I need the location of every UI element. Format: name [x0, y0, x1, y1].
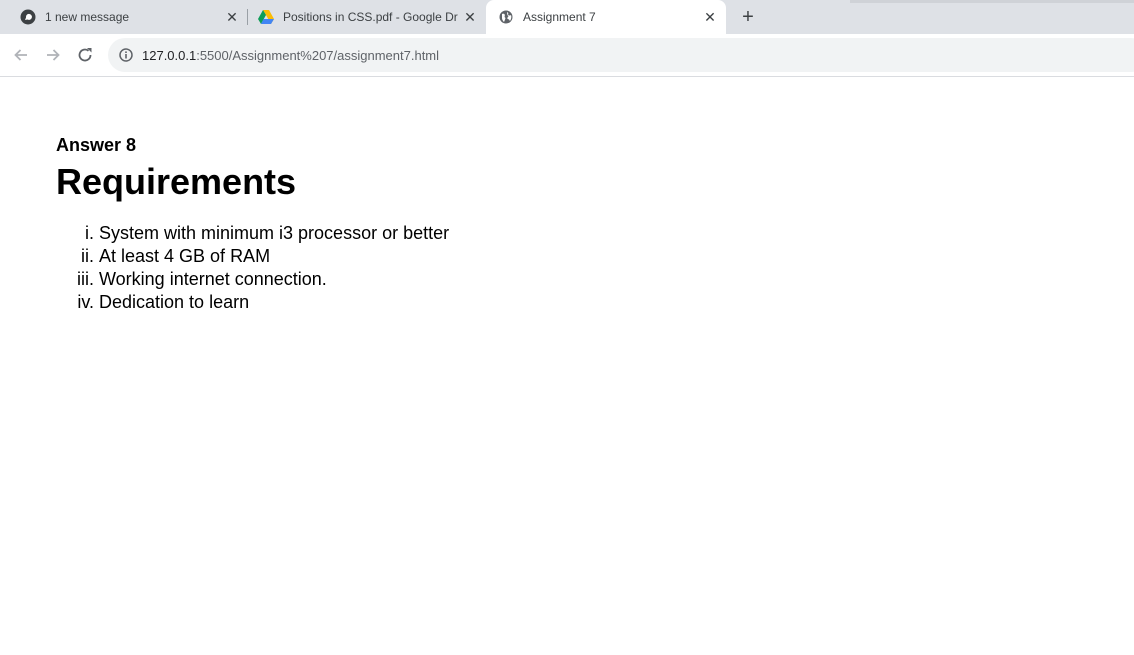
close-icon[interactable]: ✕ [462, 9, 478, 25]
list-item: iv. Dedication to learn [56, 291, 1056, 314]
list-item: iii. Working internet connection. [56, 268, 1056, 291]
tab-assignment-7[interactable]: Assignment 7 ✕ [486, 0, 726, 34]
list-item: ii. At least 4 GB of RAM [56, 245, 1056, 268]
page-content: Answer 8 Requirements i. System with mini… [56, 128, 1056, 314]
forward-button[interactable] [40, 42, 66, 68]
url-path: :5500/Assignment%207/assignment7.html [196, 47, 440, 63]
arrow-right-icon [47, 49, 60, 61]
new-tab-button[interactable]: + [736, 5, 760, 29]
back-button[interactable] [8, 42, 34, 68]
page-title: Requirements [56, 161, 297, 202]
list-item-number: ii. [81, 246, 94, 266]
reload-button[interactable] [72, 42, 98, 68]
tab-strip: 1 new message ✕ Positions in CSS.pdf - G… [0, 0, 1134, 34]
url-text[interactable]: 127.0.0.1:5500/Assignment%207/assignment… [142, 48, 439, 63]
address-bar[interactable]: 127.0.0.1:5500/Assignment%207/assignment… [108, 38, 1134, 72]
browser-toolbar: 127.0.0.1:5500/Assignment%207/assignment… [0, 34, 1134, 77]
tab-title: 1 new message [45, 10, 130, 24]
arrow-left-icon [14, 49, 27, 61]
reload-icon [78, 48, 92, 62]
list-item-number: iv. [77, 292, 94, 312]
tab-google-drive[interactable]: Positions in CSS.pdf - Google Dr ✕ [238, 0, 486, 34]
list-item-text: System with minimum i3 processor or bett… [99, 223, 450, 243]
google-drive-icon [258, 9, 274, 25]
tab-title: Assignment 7 [523, 10, 596, 24]
close-icon[interactable]: ✕ [702, 9, 718, 25]
globe-icon [498, 9, 514, 25]
requirements-list: i. System with minimum i3 processor or be… [56, 222, 1056, 314]
list-item-number: i. [85, 223, 94, 243]
list-item-text: Working internet connection. [99, 269, 327, 289]
strip-drag-area [850, 0, 1134, 3]
tab-title: Positions in CSS.pdf - Google Dr [283, 10, 458, 24]
url-host: 127.0.0.1 [142, 47, 197, 63]
answer-heading: Answer 8 [56, 135, 137, 155]
list-item-number: iii. [77, 269, 94, 289]
list-item: i. System with minimum i3 processor or be… [56, 222, 1056, 245]
info-icon[interactable] [118, 47, 134, 63]
tab-whatsapp[interactable]: 1 new message ✕ [0, 0, 248, 34]
whatsapp-icon [20, 9, 36, 25]
list-item-text: Dedication to learn [99, 292, 250, 312]
list-item-text: At least 4 GB of RAM [99, 246, 271, 266]
